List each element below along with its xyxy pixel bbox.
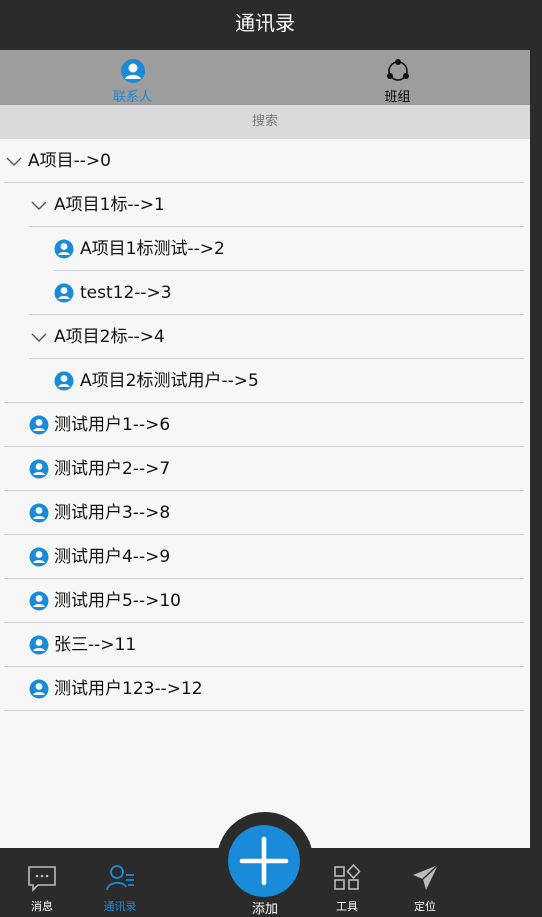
tree-user-row[interactable]: 测试用户4-->9 — [0, 535, 530, 579]
tree-item-label: 测试用户5-->10 — [54, 591, 181, 611]
user-icon — [54, 283, 74, 303]
chevron-down-icon — [6, 157, 22, 166]
user-icon — [54, 371, 74, 391]
nav-messages[interactable]: 消息 — [2, 848, 82, 916]
chevron-down-icon — [31, 333, 47, 342]
row-divider — [4, 710, 524, 711]
user-icon — [29, 635, 49, 655]
tab-contacts-label: 联系人 — [112, 90, 152, 105]
tree-item-label: 测试用户3-->8 — [54, 503, 171, 523]
tab-team-label: 班组 — [384, 90, 411, 105]
contacts-icon — [106, 865, 134, 891]
tab-bar: 联系人 班组 — [0, 50, 530, 105]
nav-tools[interactable]: 工具 — [307, 848, 387, 916]
tree-user-row[interactable]: 测试用户5-->10 — [0, 579, 530, 623]
message-icon — [28, 866, 56, 892]
add-label: 添加 — [251, 902, 278, 917]
tree-user-row[interactable]: 测试用户1-->6 — [0, 403, 530, 447]
nav-tools-label: 工具 — [336, 900, 358, 913]
user-icon — [29, 591, 49, 611]
tree-user-row[interactable]: A项目1标测试-->2 — [0, 227, 530, 271]
app-screen: 通讯录 联系人 班组 搜索 A项目-->0 A项目1标-->1 A项目1标测试-… — [0, 0, 530, 916]
nav-location[interactable]: 定位 — [385, 848, 465, 916]
tree-item-label: 张三-->11 — [54, 635, 137, 655]
share-group-icon — [386, 59, 409, 81]
page-title: 通讯录 — [235, 11, 295, 35]
tree-group-row[interactable]: A项目1标-->1 — [0, 183, 530, 227]
user-icon — [54, 239, 74, 259]
top-bar: 通讯录 — [0, 0, 530, 50]
user-icon — [29, 679, 49, 699]
location-send-icon — [413, 864, 439, 890]
tree-item-label: 测试用户123-->12 — [54, 679, 203, 699]
tree-user-row[interactable]: A项目2标测试用户-->5 — [0, 359, 530, 403]
contact-person-icon — [120, 59, 145, 83]
tab-contacts[interactable]: 联系人 — [0, 50, 265, 105]
tree-user-row[interactable]: test12-->3 — [0, 271, 530, 315]
tree-user-row[interactable]: 测试用户3-->8 — [0, 491, 530, 535]
tree-item-label: 测试用户1-->6 — [54, 415, 171, 435]
tree-item-label: 测试用户2-->7 — [54, 459, 171, 479]
tab-team[interactable]: 班组 — [265, 50, 530, 105]
chevron-down-icon — [31, 201, 47, 210]
user-icon — [29, 415, 49, 435]
tree-item-label: A项目-->0 — [28, 151, 111, 171]
tree-item-label: A项目2标-->4 — [54, 327, 165, 347]
search-placeholder: 搜索 — [251, 114, 278, 129]
user-icon — [29, 503, 49, 523]
tree-item-label: A项目1标测试-->2 — [80, 239, 225, 259]
search-bar[interactable]: 搜索 — [0, 105, 530, 139]
tree-group-row[interactable]: A项目2标-->4 — [0, 315, 530, 359]
tree-item-label: test12-->3 — [80, 283, 172, 303]
user-icon — [29, 459, 49, 479]
screen-edge — [530, 0, 542, 916]
tree-user-row[interactable]: 测试用户2-->7 — [0, 447, 530, 491]
nav-messages-label: 消息 — [31, 900, 53, 913]
tree-user-row[interactable]: 张三-->11 — [0, 623, 530, 667]
tree-user-row[interactable]: 测试用户123-->12 — [0, 667, 530, 711]
nav-contacts[interactable]: 通讯录 — [80, 848, 160, 916]
nav-location-label: 定位 — [414, 900, 436, 913]
tree-group-row[interactable]: A项目-->0 — [0, 139, 530, 183]
nav-contacts-label: 通讯录 — [103, 900, 137, 913]
tree-item-label: A项目1标-->1 — [54, 195, 165, 215]
user-icon — [29, 547, 49, 567]
tools-icon — [334, 863, 361, 890]
add-icon — [239, 836, 289, 886]
add-button[interactable] — [228, 825, 300, 897]
tree-item-label: A项目2标测试用户-->5 — [80, 371, 259, 391]
tree-item-label: 测试用户4-->9 — [54, 547, 171, 567]
